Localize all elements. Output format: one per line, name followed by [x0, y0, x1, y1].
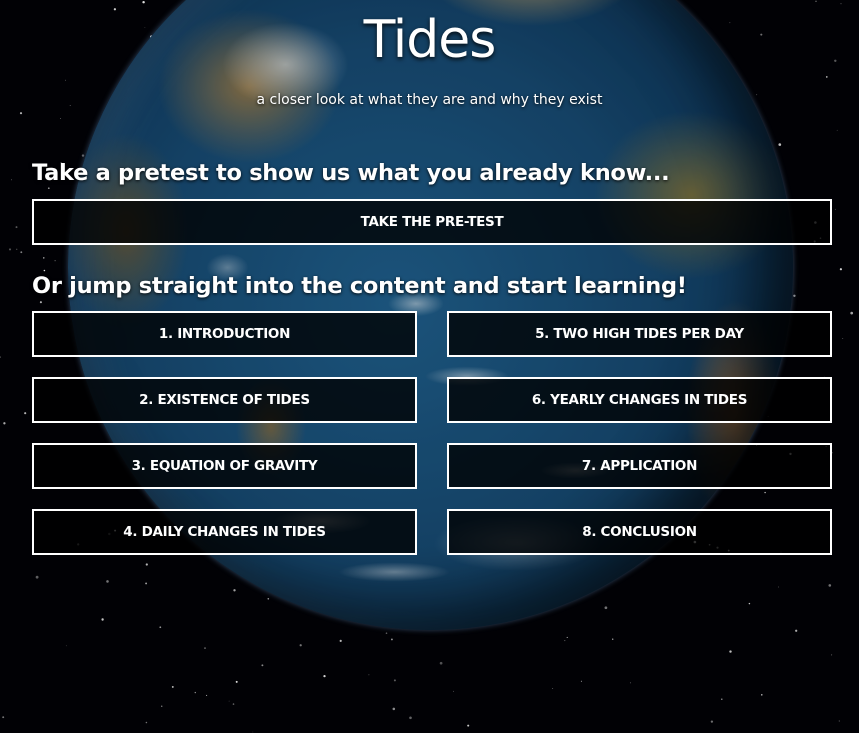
- section-button-two-high-tides[interactable]: 5. TWO HIGH TIDES PER DAY: [447, 311, 832, 357]
- main-content: Tides a closer look at what they are and…: [0, 0, 859, 733]
- section-button-equation-of-gravity[interactable]: 3. EQUATION OF GRAVITY: [32, 443, 417, 489]
- page-subtitle: a closer look at what they are and why t…: [256, 92, 603, 108]
- section-button-yearly-changes[interactable]: 6. YEARLY CHANGES IN TIDES: [447, 377, 832, 423]
- take-pretest-button[interactable]: TAKE THE PRE-TEST: [32, 199, 832, 245]
- content-heading: Or jump straight into the content and st…: [32, 273, 687, 299]
- pretest-heading: Take a pretest to show us what you alrea…: [32, 160, 670, 186]
- section-button-existence-of-tides[interactable]: 2. EXISTENCE OF TIDES: [32, 377, 417, 423]
- tides-landing-page: Tides a closer look at what they are and…: [0, 0, 859, 733]
- section-button-conclusion[interactable]: 8. CONCLUSION: [447, 509, 832, 555]
- section-button-application[interactable]: 7. APPLICATION: [447, 443, 832, 489]
- page-title: Tides: [363, 10, 497, 70]
- section-button-daily-changes[interactable]: 4. DAILY CHANGES IN TIDES: [32, 509, 417, 555]
- section-button-introduction[interactable]: 1. INTRODUCTION: [32, 311, 417, 357]
